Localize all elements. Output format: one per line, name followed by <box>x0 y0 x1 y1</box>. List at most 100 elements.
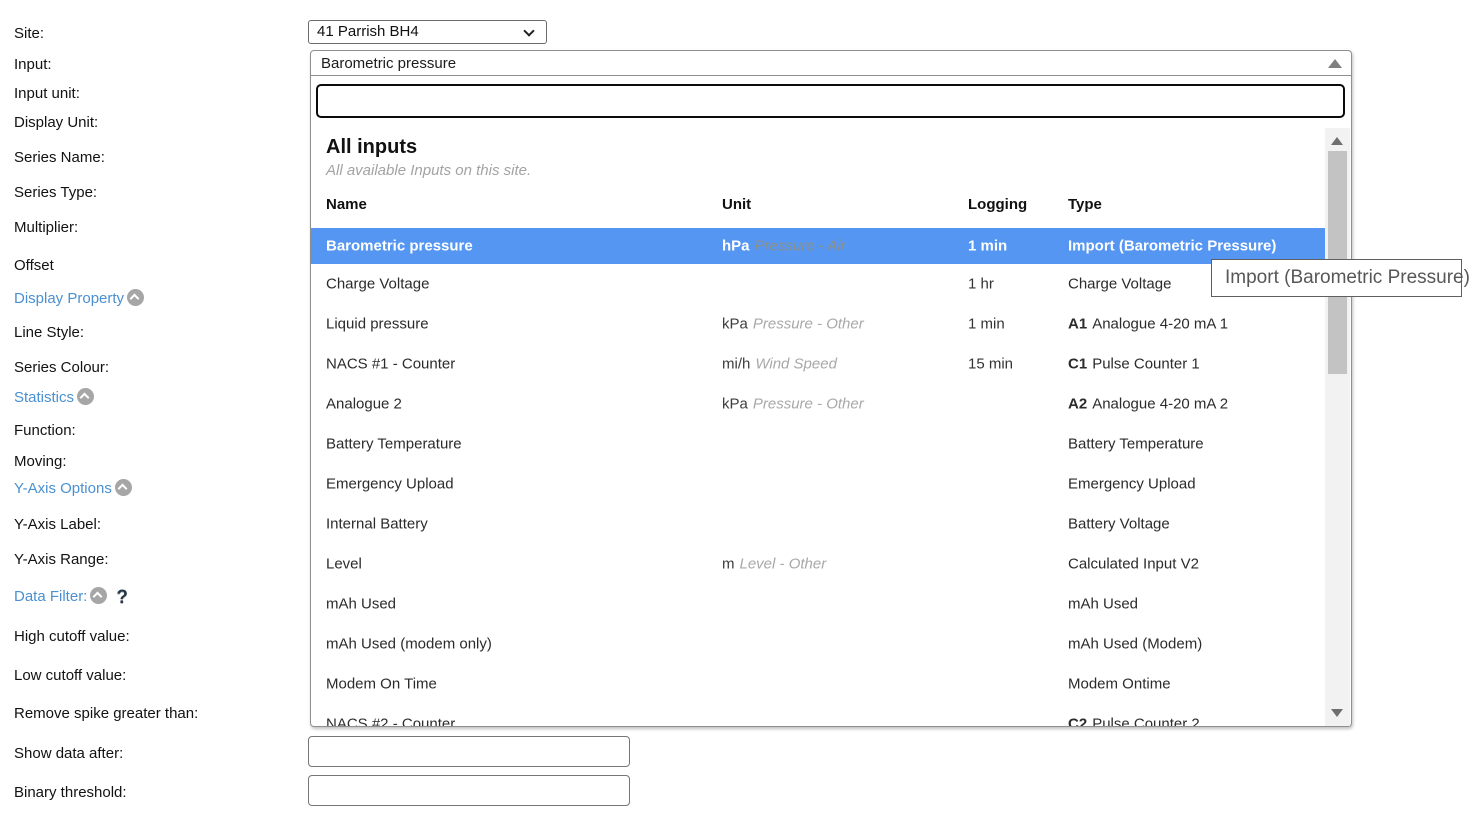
form-label-multiplier: Multiplier: <box>14 218 78 238</box>
cell-name: Level <box>326 556 362 573</box>
cell-name: Emergency Upload <box>326 476 454 493</box>
cell-unit: mi/hWind Speed <box>722 356 837 373</box>
cell-type: C1Pulse Counter 1 <box>1068 356 1200 373</box>
cell-unit-category: Wind Speed <box>750 356 837 373</box>
cell-type: Import (Barometric Pressure) <box>1068 238 1276 255</box>
input-row[interactable]: mAh UsedmAh Used <box>311 584 1325 624</box>
cell-name: NACS #2 - Counter <box>326 716 455 727</box>
cell-name: Modem On Time <box>326 676 437 693</box>
form-label-y-axis-range: Y-Axis Range: <box>14 550 109 570</box>
show-data-after-input[interactable] <box>308 736 630 767</box>
cell-unit: kPaPressure - Other <box>722 396 864 413</box>
form-label-line-style: Line Style: <box>14 323 84 343</box>
cell-unit-category: Pressure - Air <box>750 238 846 255</box>
chevron-up-icon[interactable] <box>1328 59 1342 68</box>
form-label-binary-threshold: Binary threshold: <box>14 783 127 803</box>
collapse-toggle-icon[interactable] <box>127 289 144 306</box>
form-label-moving: Moving: <box>14 452 67 472</box>
cell-name: mAh Used (modem only) <box>326 636 492 653</box>
cell-logging: 1 min <box>968 238 1007 255</box>
cell-unit-category: Pressure - Other <box>748 316 864 333</box>
scrollbar[interactable] <box>1325 128 1350 726</box>
cell-unit-category: Pressure - Other <box>748 396 864 413</box>
input-row[interactable]: Barometric pressure hPaPressure - Air 1 mi… <box>311 228 1325 264</box>
section-link-y-axis-options[interactable]: Y-Axis Options <box>14 479 132 499</box>
cell-unit: hPaPressure - Air <box>722 238 846 255</box>
listbox-subtitle: All available Inputs on this site. <box>326 162 531 179</box>
collapse-toggle-icon[interactable] <box>115 479 132 496</box>
input-row[interactable]: mAh Used (modem only) mAh Used (Modem) <box>311 624 1325 664</box>
input-row[interactable]: Internal BatteryBattery Voltage <box>311 504 1325 544</box>
cell-logging: 1 hr <box>968 276 994 293</box>
scrollbar-up-icon[interactable] <box>1331 137 1343 145</box>
column-header-name: Name <box>326 196 367 213</box>
form-label-remove-spike: Remove spike greater than: <box>14 704 198 724</box>
cell-type: mAh Used (Modem) <box>1068 636 1202 653</box>
form-label-offset: Offset <box>14 256 54 276</box>
input-row[interactable]: Level mLevel - Other Calculated Input V2 <box>311 544 1325 584</box>
cell-type-prefix: A2 <box>1068 396 1092 413</box>
site-select[interactable]: 41 Parrish BH4 <box>308 20 547 44</box>
input-row[interactable]: NACS #1 - Countermi/hWind Speed15 minC1P… <box>311 344 1325 384</box>
cell-name: Analogue 2 <box>326 396 402 413</box>
column-header-unit: Unit <box>722 196 751 213</box>
column-header-type: Type <box>1068 196 1102 213</box>
input-row[interactable]: NACS #2 - Counter C2Pulse Counter 2 <box>311 704 1325 726</box>
cell-name: Charge Voltage <box>326 276 429 293</box>
form-label-series-name: Series Name: <box>14 148 105 168</box>
cell-type: A1Analogue 4-20 mA 1 <box>1068 316 1228 333</box>
cell-name: Liquid pressure <box>326 316 429 333</box>
inputs-rows: Barometric pressure hPaPressure - Air 1 mi… <box>311 228 1325 726</box>
collapse-toggle-icon[interactable] <box>90 587 107 604</box>
cell-type-prefix: A1 <box>1068 316 1092 333</box>
cell-name: Barometric pressure <box>326 238 473 255</box>
form-label-display-unit: Display Unit: <box>14 113 98 133</box>
input-row[interactable]: Liquid pressure kPaPressure - Other 1 min A… <box>311 304 1325 344</box>
listbox-title: All inputs <box>326 136 417 159</box>
chevron-down-icon <box>523 25 534 36</box>
inputs-listbox: All inputs All available Inputs on this … <box>311 128 1325 726</box>
site-select-value: 41 Parrish BH4 <box>317 23 419 40</box>
input-row[interactable]: Emergency Upload Emergency Upload <box>311 464 1325 504</box>
cell-type-prefix: C1 <box>1068 356 1092 373</box>
y-axis-options-link-label[interactable]: Y-Axis Options <box>14 480 112 497</box>
input-search-field[interactable] <box>316 84 1345 118</box>
cell-type: Battery Temperature <box>1068 436 1204 453</box>
column-header-logging: Logging <box>968 196 1027 213</box>
section-link-statistics[interactable]: Statistics <box>14 388 94 408</box>
help-icon[interactable]: ? <box>116 587 128 608</box>
form-label-series-type: Series Type: <box>14 183 97 203</box>
form-label-input: Input: <box>14 55 52 75</box>
cell-unit: kPaPressure - Other <box>722 316 864 333</box>
scrollbar-down-icon[interactable] <box>1331 709 1343 717</box>
form-label-y-axis-label: Y-Axis Label: <box>14 515 101 535</box>
display-property-link-label[interactable]: Display Property <box>14 290 124 307</box>
cell-unit: mLevel - Other <box>722 556 826 573</box>
input-combobox-display[interactable]: Barometric pressure <box>311 51 1351 76</box>
cell-type: Charge Voltage <box>1068 276 1171 293</box>
binary-threshold-input[interactable] <box>308 775 630 806</box>
input-row[interactable]: Modem On TimeModem Ontime <box>311 664 1325 704</box>
cell-type: mAh Used <box>1068 596 1138 613</box>
section-link-display-property[interactable]: Display Property <box>14 289 144 309</box>
cell-name: Internal Battery <box>326 516 428 533</box>
cell-type: Calculated Input V2 <box>1068 556 1199 573</box>
input-row[interactable]: Analogue 2 kPaPressure - Other A2Analogue … <box>311 384 1325 424</box>
section-link-data-filter[interactable]: Data Filter:? <box>14 587 128 607</box>
cell-logging: 15 min <box>968 356 1013 373</box>
input-row[interactable]: Battery Temperature Battery Temperature <box>311 424 1325 464</box>
input-combobox-selected-value: Barometric pressure <box>321 55 456 72</box>
input-row[interactable]: Charge Voltage 1 hr Charge Voltage <box>311 264 1325 304</box>
cell-type: C2Pulse Counter 2 <box>1068 716 1200 727</box>
cell-logging: 1 min <box>968 316 1005 333</box>
tooltip: Import (Barometric Pressure) <box>1211 259 1462 297</box>
cell-type-prefix: C2 <box>1068 716 1092 727</box>
cell-type: Emergency Upload <box>1068 476 1196 493</box>
input-combobox-panel: Barometric pressure All inputs All avail… <box>310 50 1352 727</box>
data-filter-link-label[interactable]: Data Filter: <box>14 588 87 605</box>
cell-name: Battery Temperature <box>326 436 462 453</box>
statistics-link-label[interactable]: Statistics <box>14 389 74 406</box>
form-label-series-colour: Series Colour: <box>14 358 109 378</box>
cell-type: A2Analogue 4-20 mA 2 <box>1068 396 1228 413</box>
collapse-toggle-icon[interactable] <box>77 388 94 405</box>
